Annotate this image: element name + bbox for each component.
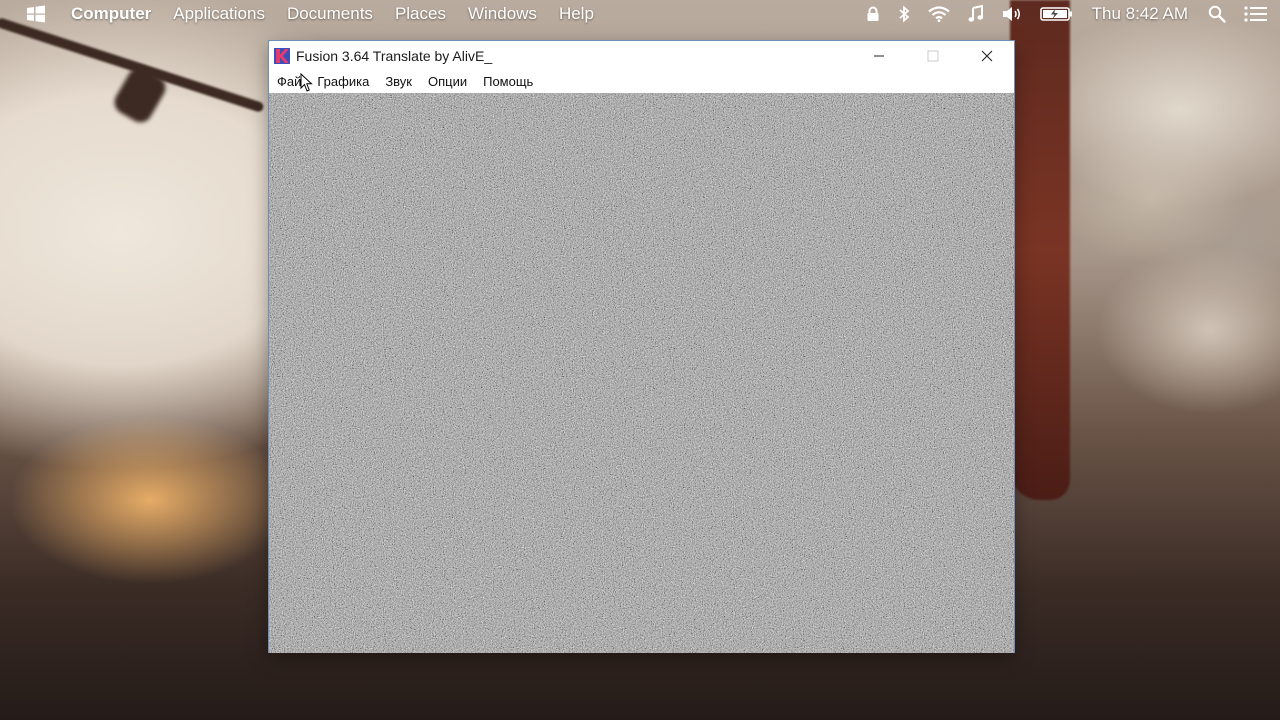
menu-file[interactable]: Фай	[277, 74, 301, 89]
close-icon	[981, 50, 993, 61]
menu-windows[interactable]: Windows	[468, 4, 537, 24]
emulator-screen[interactable]	[269, 93, 1014, 653]
title-bar[interactable]: Fusion 3.64 Translate by AlivE_	[269, 41, 1014, 70]
menu-help[interactable]: Help	[559, 4, 594, 24]
window-title: Fusion 3.64 Translate by AlivE_	[296, 47, 493, 64]
music-icon[interactable]	[968, 0, 984, 28]
volume-icon[interactable]	[1002, 0, 1022, 28]
menu-applications[interactable]: Applications	[173, 4, 265, 24]
app-window: Fusion 3.64 Translate by AlivE_ Фай Граф…	[268, 40, 1015, 653]
menu-sound[interactable]: Звук	[385, 74, 412, 89]
battery-icon[interactable]	[1039, 0, 1074, 28]
system-tray: Thu 8:42 AM	[866, 0, 1280, 28]
minimize-button[interactable]	[852, 41, 906, 70]
maximize-button[interactable]	[906, 41, 960, 70]
wifi-icon[interactable]	[927, 0, 950, 28]
kega-fusion-icon	[274, 47, 290, 64]
window-menubar: Фай Графика Звук Опции Помощь	[269, 70, 1014, 92]
windows-logo-icon[interactable]	[25, 3, 47, 25]
clock[interactable]: Thu 8:42 AM	[1092, 4, 1188, 24]
menu-options[interactable]: Опции	[428, 74, 467, 89]
search-icon[interactable]	[1208, 0, 1226, 28]
bluetooth-icon[interactable]	[898, 0, 910, 28]
menu-help-window[interactable]: Помощь	[483, 74, 533, 89]
menu-documents[interactable]: Documents	[287, 4, 373, 24]
menu-graphics[interactable]: Графика	[317, 74, 369, 89]
menu-places[interactable]: Places	[395, 4, 446, 24]
minimize-icon	[874, 55, 884, 56]
maximize-icon	[927, 50, 939, 61]
wallpaper-leaf	[1010, 0, 1070, 500]
static-noise	[269, 93, 1014, 653]
top-panel: Computer Applications Documents Places W…	[0, 0, 1280, 28]
hamburger-menu-icon[interactable]	[1244, 0, 1268, 28]
close-button[interactable]	[960, 41, 1014, 70]
menu-computer[interactable]: Computer	[71, 4, 151, 24]
lock-icon[interactable]	[866, 0, 880, 28]
mouse-cursor-icon	[300, 73, 313, 92]
